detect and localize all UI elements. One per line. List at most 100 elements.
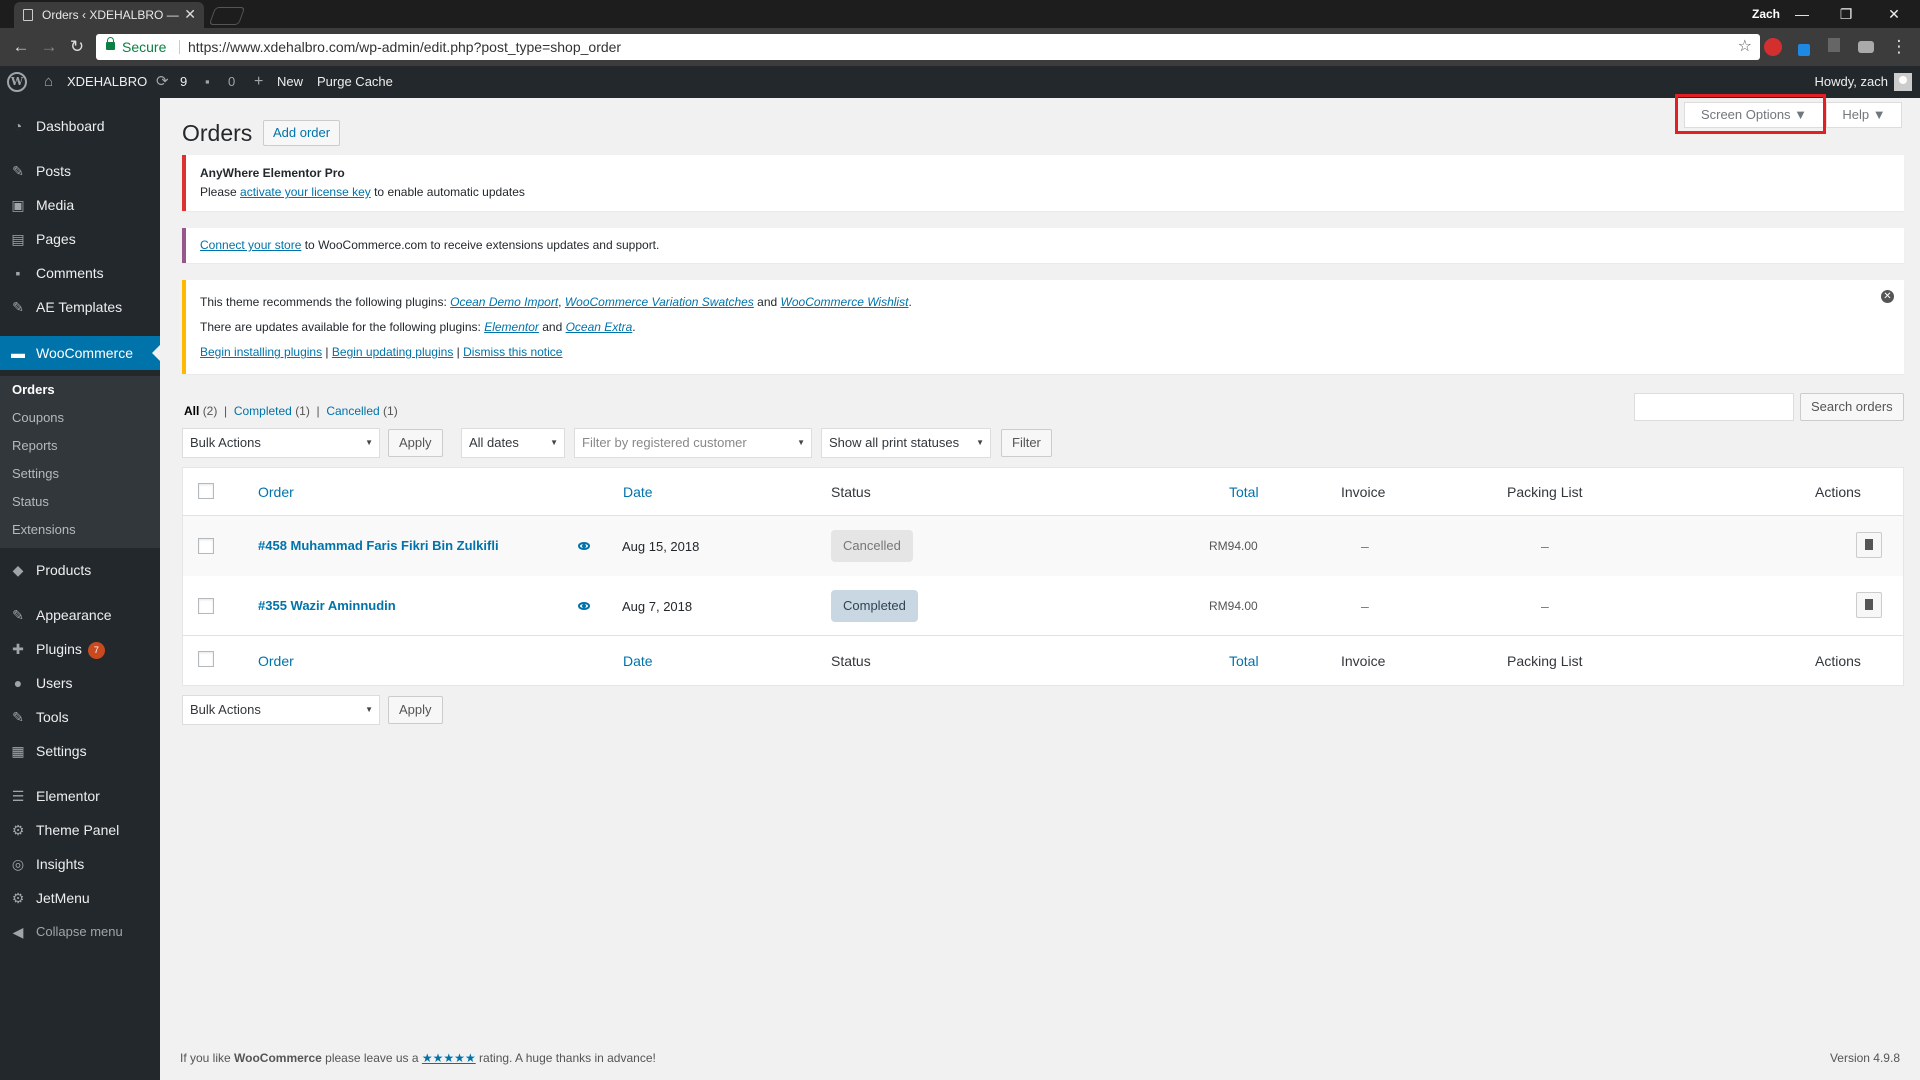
filter-cancelled-link[interactable]: Cancelled: [326, 404, 379, 418]
date-filter-select[interactable]: All dates ▼: [461, 428, 565, 458]
rating-stars-link[interactable]: ★★★★★: [422, 1051, 476, 1065]
begin-installing-link[interactable]: Begin installing plugins: [200, 345, 322, 359]
invoice-value: –: [1361, 538, 1369, 554]
address-bar[interactable]: Secure https://www.xdehalbro.com/wp-admi…: [96, 34, 1760, 60]
elementor-link[interactable]: Elementor: [484, 320, 539, 334]
submenu-settings[interactable]: Settings: [12, 466, 59, 481]
column-date[interactable]: Date: [623, 653, 653, 669]
search-orders-button[interactable]: Search orders: [1800, 393, 1904, 421]
variation-swatches-link[interactable]: WooCommerce Variation Swatches: [565, 295, 754, 309]
connect-store-link[interactable]: Connect your store: [200, 238, 301, 252]
plus-icon[interactable]: +: [254, 66, 263, 98]
sidebar-item-insights[interactable]: ◎ Insights: [0, 847, 160, 881]
customer-filter-select[interactable]: Filter by registered customer ▼: [574, 428, 812, 458]
filter-all-link[interactable]: All: [184, 404, 199, 418]
sidebar-item-comments[interactable]: ▪ Comments: [0, 256, 160, 290]
bookmark-star-icon[interactable]: ☆: [1738, 34, 1752, 60]
url-text[interactable]: https://www.xdehalbro.com/wp-admin/edit.…: [188, 34, 621, 60]
wordpress-logo-icon[interactable]: W: [7, 72, 27, 92]
sidebar-item-pages[interactable]: ▤ Pages: [0, 222, 160, 256]
bulk-actions-select[interactable]: Bulk Actions ▼: [182, 428, 380, 458]
filter-button[interactable]: Filter: [1001, 429, 1052, 457]
submenu-orders[interactable]: Orders: [12, 382, 55, 397]
add-order-button[interactable]: Add order: [263, 120, 341, 146]
sidebar-item-elementor[interactable]: ☰ Elementor: [0, 779, 160, 813]
comment-icon[interactable]: ▪: [205, 66, 210, 98]
browser-tab[interactable]: Orders ‹ XDEHALBRO — ✕: [14, 2, 204, 28]
sidebar-item-products[interactable]: ◆ Products: [0, 553, 160, 587]
updates-icon[interactable]: ⟳: [156, 66, 169, 98]
select-all-checkbox[interactable]: [198, 651, 214, 667]
sidebar-item-settings[interactable]: ▦ Settings: [0, 734, 160, 768]
notice-and: and: [753, 295, 781, 309]
avatar[interactable]: [1894, 73, 1912, 91]
column-total[interactable]: Total: [1229, 484, 1259, 500]
ocean-demo-import-link[interactable]: Ocean Demo Import: [450, 295, 558, 309]
row-checkbox[interactable]: [198, 598, 214, 614]
activate-license-link[interactable]: activate your license key: [240, 185, 371, 199]
table-row[interactable]: #458 Muhammad Faris Fikri Bin Zulkifli A…: [183, 516, 1903, 576]
updates-count[interactable]: 9: [180, 66, 187, 98]
site-name-link[interactable]: XDEHALBRO: [67, 66, 147, 98]
purge-cache-link[interactable]: Purge Cache: [317, 66, 393, 98]
help-button[interactable]: Help ▼: [1826, 102, 1902, 128]
forward-icon[interactable]: →: [38, 36, 60, 58]
new-tab-button[interactable]: [208, 7, 246, 25]
woocommerce-wishlist-link[interactable]: WooCommerce Wishlist: [781, 295, 909, 309]
sidebar-item-tools[interactable]: ✎ Tools: [0, 700, 160, 734]
bulk-actions-select-bottom[interactable]: Bulk Actions ▼: [182, 695, 380, 725]
sidebar-item-media[interactable]: ▣ Media: [0, 188, 160, 222]
table-row[interactable]: #355 Wazir Aminnudin Aug 7, 2018 Complet…: [183, 576, 1903, 636]
select-all-checkbox[interactable]: [198, 483, 214, 499]
new-content-link[interactable]: New: [277, 66, 303, 98]
order-link[interactable]: #355 Wazir Aminnudin: [258, 598, 396, 613]
apply-button[interactable]: Apply: [388, 429, 443, 457]
preview-eye-icon[interactable]: [578, 602, 590, 610]
browser-profile-name[interactable]: Zach: [1752, 7, 1780, 21]
sidebar-item-appearance[interactable]: ✎ Appearance: [0, 598, 160, 632]
dismiss-icon[interactable]: ✕: [1881, 290, 1894, 303]
sidebar-item-theme-panel[interactable]: ⚙ Theme Panel: [0, 813, 160, 847]
notice-text: Please activate your license key to enab…: [200, 185, 525, 199]
camera-icon[interactable]: [1858, 41, 1874, 53]
close-tab-icon[interactable]: ✕: [184, 6, 196, 23]
extension-shield-icon[interactable]: [1764, 38, 1782, 56]
order-link[interactable]: #458 Muhammad Faris Fikri Bin Zulkifli: [258, 538, 499, 553]
row-checkbox[interactable]: [198, 538, 214, 554]
column-order[interactable]: Order: [258, 653, 294, 669]
dismiss-notice-link[interactable]: Dismiss this notice: [463, 345, 562, 359]
sidebar-item-jetmenu[interactable]: ⚙ JetMenu: [0, 881, 160, 915]
column-total[interactable]: Total: [1229, 653, 1259, 669]
back-icon[interactable]: ←: [10, 36, 32, 58]
sidebar-item-users[interactable]: ● Users: [0, 666, 160, 700]
browser-menu-icon[interactable]: ⋮: [1888, 36, 1910, 58]
extension-flag-icon[interactable]: [1828, 38, 1840, 52]
minimize-icon[interactable]: —: [1782, 3, 1822, 25]
preview-eye-icon[interactable]: [578, 542, 590, 550]
submenu-coupons[interactable]: Coupons: [12, 410, 64, 425]
submenu-reports[interactable]: Reports: [12, 438, 58, 453]
column-date[interactable]: Date: [623, 484, 653, 500]
collapse-menu-button[interactable]: ◀ Collapse menu: [0, 915, 160, 949]
apply-button-bottom[interactable]: Apply: [388, 696, 443, 724]
sidebar-item-posts[interactable]: ✎ Posts: [0, 154, 160, 188]
submenu-status[interactable]: Status: [12, 494, 49, 509]
close-window-icon[interactable]: ✕: [1874, 3, 1914, 25]
sidebar-item-plugins[interactable]: ✚ Plugins 7: [0, 632, 160, 666]
print-status-select[interactable]: Show all print statuses ▼: [821, 428, 991, 458]
comments-count[interactable]: 0: [228, 66, 235, 98]
column-order[interactable]: Order: [258, 484, 294, 500]
extension-pen-icon[interactable]: [1798, 44, 1810, 56]
print-document-icon[interactable]: [1856, 592, 1882, 618]
restore-icon[interactable]: ❐: [1826, 3, 1866, 25]
filter-completed-link[interactable]: Completed: [234, 404, 292, 418]
ocean-extra-link[interactable]: Ocean Extra: [566, 320, 633, 334]
search-input[interactable]: [1634, 393, 1794, 421]
print-document-icon[interactable]: [1856, 532, 1882, 558]
sidebar-item-dashboard[interactable]: ◔ Dashboard: [0, 109, 160, 143]
begin-updating-link[interactable]: Begin updating plugins: [332, 345, 453, 359]
reload-icon[interactable]: ↻: [66, 36, 88, 58]
sidebar-item-ae-templates[interactable]: ✎ AE Templates: [0, 290, 160, 324]
sidebar-item-woocommerce[interactable]: ▬ WooCommerce: [0, 336, 160, 370]
submenu-extensions[interactable]: Extensions: [12, 522, 76, 537]
